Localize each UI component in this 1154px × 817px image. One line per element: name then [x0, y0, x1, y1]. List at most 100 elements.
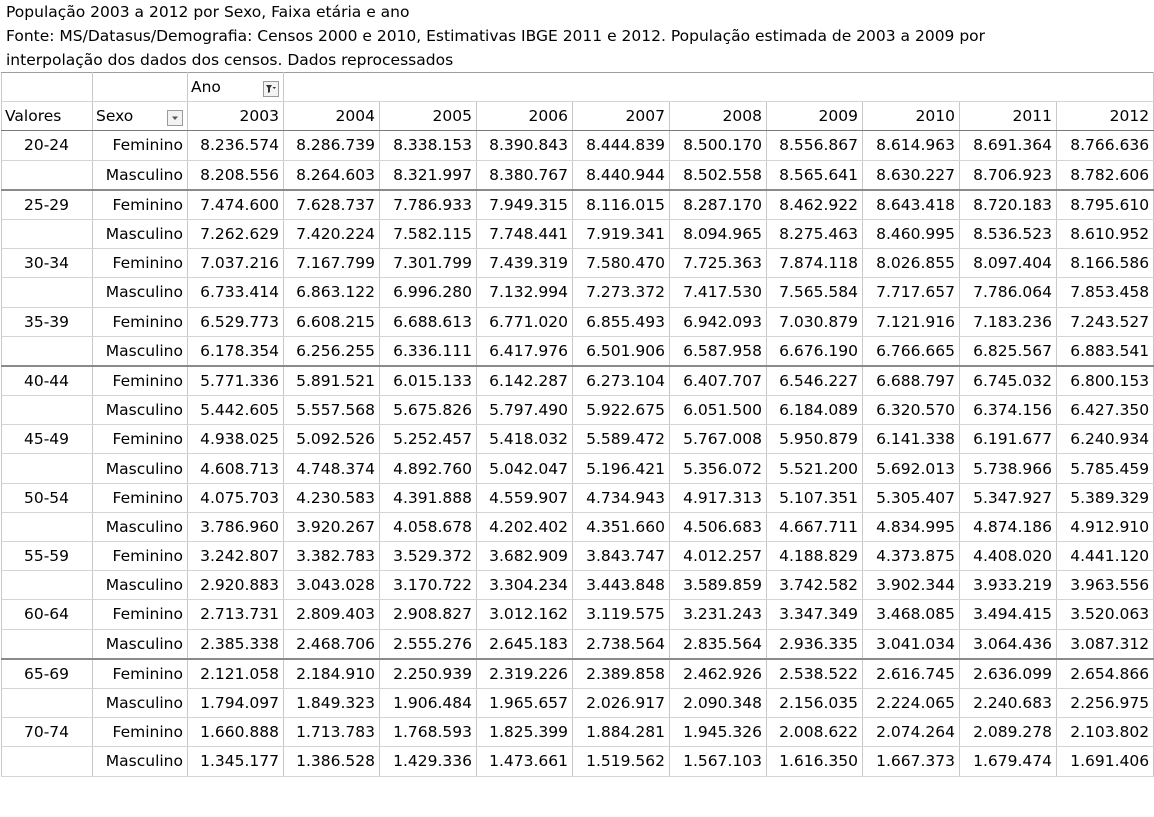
- year-header: 2012: [1055, 101, 1154, 132]
- value-cell: 8.097.404: [959, 248, 1057, 279]
- value-cell: 4.075.703: [187, 482, 284, 513]
- value-cell: 8.460.995: [862, 218, 960, 250]
- sex-cell: Feminino: [92, 482, 188, 513]
- value-cell: 8.691.364: [959, 130, 1057, 161]
- value-cell: 3.231.243: [669, 599, 767, 630]
- age-group-cell: 55-59: [1, 540, 93, 572]
- table-row: 60-64 Feminino 2.713.731 2.809.403 2.908.827…: [1, 599, 1154, 630]
- value-cell: 6.855.493: [572, 306, 670, 337]
- table-row: 50-54 Feminino 4.075.703 4.230.583 4.391.888…: [1, 482, 1154, 513]
- value-cell: 5.107.351: [766, 482, 863, 513]
- value-cell: 5.356.072: [669, 453, 767, 484]
- ano-field-header[interactable]: Ano: [187, 71, 284, 103]
- value-cell: 3.170.722: [379, 570, 477, 601]
- value-cell: 6.942.093: [669, 306, 767, 337]
- sexo-field-header[interactable]: Sexo: [92, 101, 188, 132]
- value-cell: 2.555.276: [379, 628, 477, 660]
- sex-cell: Masculino: [92, 628, 188, 660]
- value-cell: 3.012.162: [476, 599, 573, 630]
- table-row: 30-34 Feminino 7.037.216 7.167.799 7.301.799…: [1, 248, 1154, 279]
- value-cell: 8.536.523: [959, 218, 1057, 250]
- value-cell: 3.786.960: [187, 511, 284, 543]
- value-cell: 6.407.707: [669, 364, 767, 397]
- value-cell: 6.825.567: [959, 335, 1057, 367]
- value-cell: 5.891.521: [283, 364, 380, 397]
- value-cell: 8.338.153: [379, 130, 477, 161]
- year-header: 2009: [766, 101, 863, 132]
- value-cell: 4.391.888: [379, 482, 477, 513]
- table-row: Masculino 3.786.960 3.920.267 4.058.678 4.20…: [1, 511, 1154, 543]
- row-field-header-row: Valores Sexo 2003 2004 2005 2006 2007 2008 200…: [1, 101, 1154, 132]
- sex-cell: Feminino: [92, 540, 188, 572]
- value-cell: 4.506.683: [669, 511, 767, 543]
- value-cell: 6.863.122: [283, 277, 380, 308]
- column-field-row: Ano: [1, 71, 1154, 103]
- value-cell: 2.008.622: [766, 717, 863, 748]
- value-cell: 7.580.470: [572, 248, 670, 279]
- value-cell: 5.347.927: [959, 482, 1057, 513]
- value-cell: 2.121.058: [187, 657, 284, 689]
- value-cell: 7.786.933: [379, 188, 477, 220]
- sex-cell: Masculino: [92, 570, 188, 601]
- value-cell: 3.589.859: [669, 570, 767, 601]
- value-cell: 1.667.373: [862, 746, 960, 777]
- value-cell: 2.256.975: [1055, 687, 1154, 719]
- value-cell: 8.500.170: [669, 130, 767, 161]
- value-cell: 3.468.085: [862, 599, 960, 630]
- value-cell: 4.834.995: [862, 511, 960, 543]
- sex-cell: Masculino: [92, 218, 188, 250]
- sex-cell: Masculino: [92, 511, 188, 543]
- sex-cell: Feminino: [92, 248, 188, 279]
- year-header: 2008: [669, 101, 767, 132]
- ano-label: Ano: [191, 77, 221, 96]
- value-cell: 4.608.713: [187, 453, 284, 484]
- value-cell: 8.166.586: [1055, 248, 1154, 279]
- valores-header: Valores: [1, 101, 93, 132]
- value-cell: 8.094.965: [669, 218, 767, 250]
- table-row: 70-74 Feminino 1.660.888 1.713.783 1.768.593…: [1, 717, 1154, 748]
- value-cell: 2.240.683: [959, 687, 1057, 719]
- value-cell: 5.252.457: [379, 424, 477, 455]
- table-row: 20-24 Feminino 8.236.574 8.286.739 8.338.153…: [1, 130, 1154, 161]
- value-cell: 7.725.363: [669, 248, 767, 279]
- value-cell: 3.242.807: [187, 540, 284, 572]
- value-cell: 7.919.341: [572, 218, 670, 250]
- year-header: 2007: [572, 101, 670, 132]
- sex-cell: Masculino: [92, 746, 188, 777]
- value-cell: 6.191.677: [959, 424, 1057, 455]
- value-cell: 8.766.636: [1055, 130, 1154, 161]
- value-cell: 4.408.020: [959, 540, 1057, 572]
- value-cell: 7.030.879: [766, 306, 863, 337]
- value-cell: 8.614.963: [862, 130, 960, 161]
- value-cell: 2.319.226: [476, 657, 573, 689]
- sex-cell: Masculino: [92, 395, 188, 426]
- value-cell: 8.795.610: [1055, 188, 1154, 220]
- sex-cell: Feminino: [92, 717, 188, 748]
- age-group-cell: 30-34: [1, 248, 93, 279]
- year-header: 2006: [476, 101, 573, 132]
- value-cell: 8.236.574: [187, 130, 284, 161]
- value-cell: 5.589.472: [572, 424, 670, 455]
- table-row: 35-39 Feminino 6.529.773 6.608.215 6.688.613…: [1, 306, 1154, 337]
- value-cell: 5.922.675: [572, 395, 670, 426]
- sexo-label: Sexo: [96, 106, 134, 125]
- value-cell: 6.051.500: [669, 395, 767, 426]
- dropdown-arrow-icon: [172, 116, 178, 120]
- value-cell: 3.520.063: [1055, 599, 1154, 630]
- value-cell: 1.386.528: [283, 746, 380, 777]
- ano-filter-button[interactable]: [263, 80, 279, 97]
- value-cell: 2.074.264: [862, 717, 960, 748]
- value-cell: 8.287.170: [669, 188, 767, 220]
- value-cell: 7.628.737: [283, 188, 380, 220]
- empty-corner-cell: [92, 71, 188, 103]
- value-cell: 4.202.402: [476, 511, 573, 543]
- value-cell: 1.825.399: [476, 717, 573, 748]
- sexo-filter-button[interactable]: [167, 109, 183, 126]
- sex-cell: Feminino: [92, 424, 188, 455]
- value-cell: 5.196.421: [572, 453, 670, 484]
- value-cell: 7.717.657: [862, 277, 960, 308]
- table-row: 40-44 Feminino 5.771.336 5.891.521 6.015.133…: [1, 364, 1154, 397]
- value-cell: 4.874.186: [959, 511, 1057, 543]
- value-cell: 6.184.089: [766, 395, 863, 426]
- value-cell: 6.501.906: [572, 335, 670, 367]
